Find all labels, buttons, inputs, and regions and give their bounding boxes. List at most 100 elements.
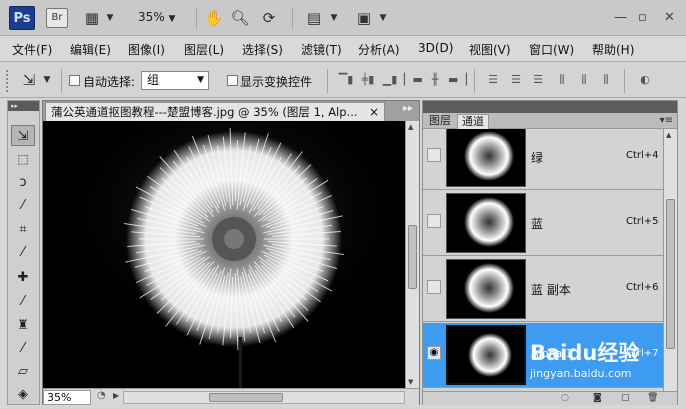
visibility-toggle[interactable]: ◉ [427, 346, 441, 360]
clone-stamp-tool-icon[interactable]: ♜ [11, 315, 35, 336]
marquee-tool-icon[interactable]: ⬚ [11, 149, 35, 170]
distribute-top-icon[interactable]: ☰ [484, 73, 502, 87]
eyedropper-tool-icon[interactable]: ⁄ [11, 242, 35, 263]
hand-icon[interactable]: ✋ [204, 8, 224, 28]
photoshop-logo: Ps [9, 6, 35, 30]
canvas-vertical-scrollbar[interactable]: ▲ ▼ [405, 121, 419, 388]
distribute-vertical-center-icon[interactable]: ☰ [507, 73, 525, 87]
channel-row[interactable]: 绿 Ctrl+4 [423, 129, 663, 190]
menu-help[interactable]: 帮助(H) [592, 41, 634, 58]
menu-view[interactable]: 视图(V) [469, 41, 511, 58]
chevron-down-icon[interactable]: ▼ [328, 8, 340, 28]
save-selection-icon[interactable]: ◙ [593, 393, 602, 403]
move-tool-icon[interactable]: ⇲ [11, 125, 35, 146]
channel-name: 绿 [531, 151, 544, 165]
chevron-down-icon: ▼ [197, 75, 204, 85]
menu-select[interactable]: 选择(S) [242, 41, 283, 58]
zoom-level-select[interactable]: 35% ▼ [138, 10, 184, 26]
screen-mode-icon[interactable]: ▣ [353, 8, 375, 28]
canvas-horizontal-scrollbar[interactable] [123, 391, 405, 404]
divider [61, 69, 62, 93]
channel-shortcut: Ctrl+6 [626, 282, 659, 293]
auto-select-checkbox[interactable] [69, 75, 80, 86]
menu-image[interactable]: 图像(I) [128, 41, 165, 58]
document-tab[interactable]: 蒲公英通道抠图教程---楚盟博客.jpg @ 35% (图层 1, Alp...… [45, 102, 385, 121]
menu-3d[interactable]: 3D(D) [418, 41, 453, 55]
align-right-icon[interactable]: ▬▕ [448, 73, 467, 87]
arrange-documents-icon[interactable]: ▤ [303, 8, 325, 28]
paint-bucket-tool-icon[interactable]: ◈ [11, 384, 35, 405]
channel-row[interactable]: 蓝 副本 Ctrl+6 [423, 257, 663, 322]
screen-mode-icon[interactable]: ▦ [80, 8, 104, 28]
watermark-brand: Baidu经验 [530, 341, 640, 365]
divider [474, 69, 475, 93]
delete-channel-icon[interactable]: 🗑︎ [647, 393, 658, 403]
magic-wand-tool-icon[interactable]: ⁄ [11, 195, 35, 216]
scroll-up-icon[interactable]: ▲ [666, 131, 671, 139]
lasso-tool-icon[interactable]: ↄ [11, 172, 35, 193]
application-bar: Ps Br ▦ ▼ 35% ▼ ✋ 🔍︎ ⟳ ▤ ▼ ▣ ▼ — ▫ ✕ [0, 0, 686, 36]
chevron-down-icon[interactable]: ▼ [42, 70, 52, 90]
align-horizontal-center-icon[interactable]: ╫ [426, 73, 444, 87]
auto-select-dropdown[interactable]: 组 ▼ [141, 71, 209, 90]
tools-panel-header[interactable]: ▸▸ [8, 101, 39, 111]
visibility-toggle[interactable] [427, 280, 441, 294]
healing-brush-tool-icon[interactable]: ✚ [11, 267, 35, 288]
tools-panel: ▸▸ ⇲ ⬚ ↄ ⁄ ⌗ ⁄ ✚ ⁄ ♜ ⁄ ▱ ◈ [7, 100, 40, 405]
menu-analysis[interactable]: 分析(A) [358, 41, 400, 58]
load-channel-selection-icon[interactable]: ◌ [561, 393, 569, 403]
channel-thumbnail [446, 259, 526, 319]
zoom-field[interactable]: 35% [43, 390, 91, 405]
new-channel-icon[interactable]: ▢ [621, 393, 630, 403]
document-status-bar: 35% ◔ ▶ [43, 388, 419, 405]
zoom-icon[interactable]: 🔍︎ [230, 8, 250, 28]
bridge-button[interactable]: Br [46, 8, 68, 28]
channel-row[interactable]: 蓝 Ctrl+5 [423, 191, 663, 256]
menu-filter[interactable]: 滤镜(T) [301, 41, 342, 58]
show-transform-checkbox[interactable] [227, 75, 238, 86]
distribute-left-icon[interactable]: ⫼ [553, 73, 571, 87]
scroll-up-icon[interactable]: ▲ [408, 123, 413, 131]
align-bottom-icon[interactable]: ▁▮ [381, 73, 399, 87]
menu-layer[interactable]: 图层(L) [184, 41, 224, 58]
chevron-down-icon[interactable]: ▼ [377, 8, 389, 28]
move-tool-icon[interactable]: ⇲ [18, 70, 40, 90]
panel-header[interactable] [423, 101, 677, 113]
document-window: 蒲公英通道抠图教程---楚盟博客.jpg @ 35% (图层 1, Alp...… [42, 100, 420, 405]
tab-layers[interactable]: 图层 [425, 114, 455, 129]
visibility-toggle[interactable] [427, 214, 441, 228]
eraser-tool-icon[interactable]: ▱ [11, 361, 35, 382]
panel-menu-icon[interactable]: ▾≡ [660, 115, 673, 126]
divider [624, 69, 625, 93]
status-info-icon[interactable]: ◔ [97, 390, 106, 401]
distribute-horizontal-center-icon[interactable]: ⫼ [575, 73, 593, 87]
auto-align-layers-icon[interactable]: ◐ [636, 73, 654, 87]
close-icon[interactable]: ✕ [664, 10, 675, 25]
minimize-icon[interactable]: — [614, 10, 627, 25]
crop-tool-icon[interactable]: ⌗ [11, 219, 35, 240]
collapse-arrows-icon[interactable]: ▸▸ [403, 103, 413, 114]
visibility-toggle[interactable] [427, 148, 441, 162]
menu-file[interactable]: 文件(F) [12, 41, 52, 58]
align-top-icon[interactable]: ▔▮ [337, 73, 355, 87]
scroll-down-icon[interactable]: ▼ [408, 378, 413, 386]
status-menu-icon[interactable]: ▶ [113, 391, 119, 400]
menu-window[interactable]: 窗口(W) [529, 41, 574, 58]
grip-handle[interactable] [6, 70, 9, 92]
scrollbar-thumb[interactable] [666, 199, 675, 349]
scrollbar-thumb[interactable] [408, 225, 417, 289]
scrollbar-thumb[interactable] [209, 393, 283, 402]
restore-icon[interactable]: ▫ [638, 10, 647, 25]
history-brush-tool-icon[interactable]: ⁄ [11, 338, 35, 359]
rotate-view-icon[interactable]: ⟳ [258, 8, 280, 28]
distribute-right-icon[interactable]: ⫼ [597, 73, 615, 87]
image-canvas[interactable] [43, 121, 405, 388]
tab-channels[interactable]: 通道 [457, 114, 489, 129]
menu-edit[interactable]: 编辑(E) [70, 41, 111, 58]
align-left-icon[interactable]: ▏▬ [404, 73, 423, 87]
close-icon[interactable]: × [369, 103, 379, 121]
distribute-bottom-icon[interactable]: ☰ [529, 73, 547, 87]
chevron-down-icon[interactable]: ▼ [104, 8, 116, 28]
brush-tool-icon[interactable]: ⁄ [11, 291, 35, 312]
align-vertical-center-icon[interactable]: ╪▮ [359, 73, 377, 87]
